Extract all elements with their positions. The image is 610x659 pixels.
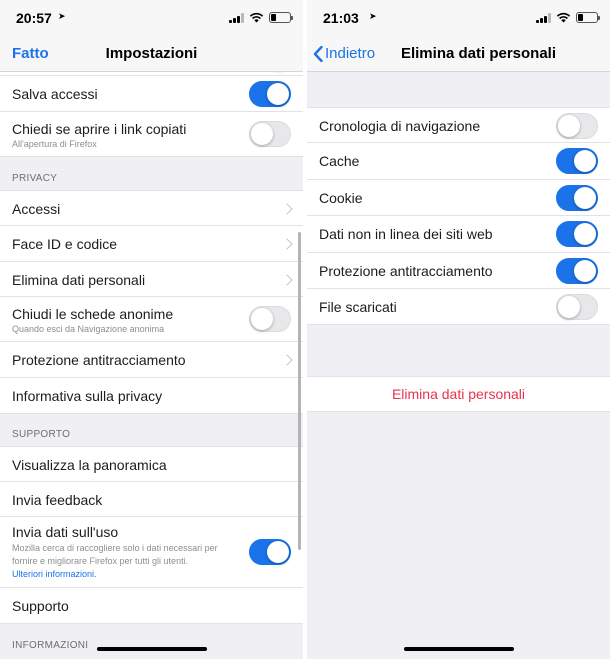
chevron-right-icon [281,238,293,250]
row-label: Salva accessi [12,86,98,102]
home-indicator[interactable] [96,647,207,651]
row-label: Dati non in linea dei siti web [319,226,493,243]
location-arrow-icon: ➤ [369,11,377,21]
row-label: Cronologia di navigazione [319,118,481,134]
battery-icon [269,12,293,23]
settings-list: Salva accessi Chiedi se aprire i link co… [0,72,303,659]
settings-screen: 20:57 ➤ Fatto Impostazioni Salva accessi [0,0,303,659]
wifi-icon [249,12,264,23]
status-bar: 20:57 ➤ [0,0,303,36]
chevron-right-icon [281,354,293,366]
data-type-toggle[interactable] [556,257,598,284]
row-subtitle: All'apertura di Firefox [12,139,97,149]
row-label: Protezione antitracciamento [12,352,186,368]
cellular-signal-icon [536,12,551,23]
row-label: Informativa sulla privacy [12,388,163,404]
row-face-id[interactable]: Face ID e codice [0,226,303,262]
row-salva-accessi: Salva accessi [0,76,303,112]
row-label: Protezione antitracciamento [319,262,493,279]
invia-dati-toggle[interactable] [249,539,291,565]
row-protezione[interactable]: Protezione antitracciamento [0,342,303,378]
chiedi-link-toggle[interactable] [249,121,291,147]
wifi-icon [556,12,571,23]
navigation-bar: Fatto Impostazioni [0,36,303,72]
clear-private-data-button[interactable]: Elimina dati personali [307,376,610,412]
data-type-toggle[interactable] [556,221,598,248]
row-subtitle: Quando esci da Navigazione anonima [12,324,165,334]
list-item: Cronologia di navigazione [307,107,610,144]
row-informativa[interactable]: Informativa sulla privacy [0,378,303,414]
clear-data-list: Cronologia di navigazione Cache Cookie Dati… [307,72,610,659]
page-title: Elimina dati personali [400,45,557,62]
list-item: Cookie [307,179,610,217]
section-header-privacy: PRIVACY [12,173,58,184]
row-chiudi-schede: Chiudi le schede anonime Quando esci da … [0,297,303,342]
data-type-toggle[interactable] [556,184,598,211]
row-label: Invia dati sull'uso [12,524,119,540]
row-visualizza[interactable]: Visualizza la panoramica [0,446,303,482]
row-supporto[interactable]: Supporto [0,588,303,624]
chevron-left-icon [313,45,323,62]
row-subtitle: Mozilla cerca di raccogliere solo i dati… [12,542,242,581]
row-feedback[interactable]: Invia feedback [0,482,303,517]
battery-icon [576,12,600,23]
data-type-toggle[interactable] [556,294,598,320]
row-label: Face ID e codice [12,236,118,252]
home-indicator[interactable] [403,647,514,651]
row-label: Supporto [12,598,69,614]
status-time: 20:57 [16,10,52,26]
row-invia-dati: Invia dati sull'uso Mozilla cerca di rac… [0,517,303,588]
data-type-toggle[interactable] [556,148,598,175]
location-arrow-icon: ➤ [58,11,66,21]
navigation-bar: Indietro Elimina dati personali [307,36,610,72]
row-label: Cookie [319,189,363,206]
list-item: Dati non in linea dei siti web [307,216,610,253]
row-elimina-dati[interactable]: Elimina dati personali [0,262,303,297]
row-label: Cache [319,153,360,170]
salva-accessi-toggle[interactable] [249,81,291,107]
data-type-toggle[interactable] [556,113,598,139]
row-label: Visualizza la panoramica [12,457,167,473]
row-label: Chiedi se aprire i link copiati [12,121,187,137]
row-label: Invia feedback [12,492,103,508]
list-item: Protezione antitracciamento [307,252,610,289]
usage-data-description: Mozilla cerca di raccogliere solo i dati… [12,543,218,566]
scrollbar[interactable] [298,232,301,550]
section-header-informazioni: INFORMAZIONI [12,640,89,651]
chevron-right-icon [281,274,293,286]
status-bar: 21:03 ➤ [307,0,610,36]
section-header-supporto: SUPPORTO [12,429,71,440]
chiudi-schede-toggle[interactable] [249,306,291,332]
row-chiedi-link: Chiedi se aprire i link copiati All'aper… [0,112,303,157]
status-time: 21:03 [323,10,359,26]
cellular-signal-icon [229,12,244,23]
row-label: Chiudi le schede anonime [12,306,174,322]
row-label: File scaricati [319,299,397,315]
row-accessi[interactable]: Accessi [0,190,303,226]
learn-more-link[interactable]: Ulteriori informazioni. [12,569,97,579]
list-item: Cache [307,143,610,180]
chevron-right-icon [281,203,293,215]
list-item: File scaricati [307,289,610,326]
clear-data-screen: 21:03 ➤ Indietro Elimina dati personali … [307,0,610,659]
row-label: Elimina dati personali [12,272,146,288]
page-title: Impostazioni [105,45,198,62]
row-label: Accessi [12,201,61,217]
